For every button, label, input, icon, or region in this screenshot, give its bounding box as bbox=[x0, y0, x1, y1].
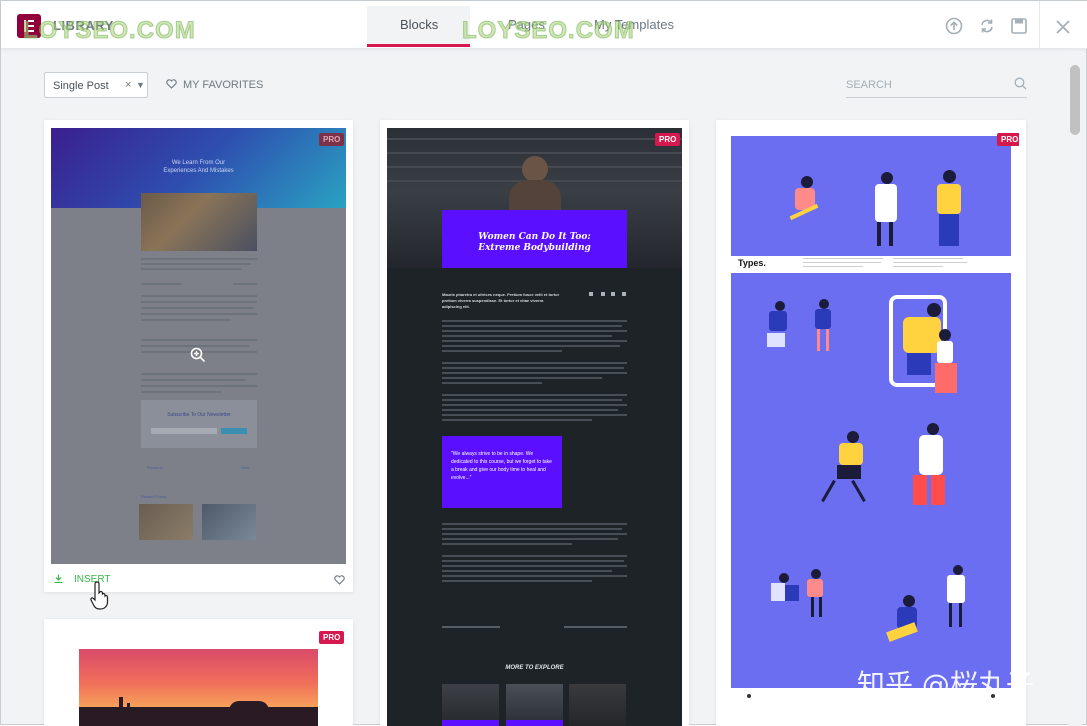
close-icon[interactable] bbox=[1054, 18, 1072, 36]
corner-watermark: 知乎 @桜丸子 bbox=[857, 668, 1034, 701]
template-card[interactable]: PRO bbox=[44, 619, 353, 726]
preview-hero-title: Experiences And Mistakes bbox=[163, 168, 234, 174]
template-card[interactable]: Types. PRO bbox=[716, 120, 1026, 726]
library-header: LIBRARY Blocks Pages My Templates LOYSEO… bbox=[1, 1, 1087, 49]
preview-section-title: MORE TO EXPLORE bbox=[505, 665, 564, 671]
search-placeholder: SEARCH bbox=[846, 79, 892, 91]
watermark-text: LOYSEO.COM bbox=[23, 17, 196, 45]
header-divider bbox=[1039, 1, 1040, 49]
preview-illustration-panel bbox=[731, 273, 1011, 688]
sync-icon[interactable] bbox=[978, 17, 996, 35]
preview-photo bbox=[141, 193, 257, 251]
filter-clear-icon[interactable]: × bbox=[125, 79, 131, 91]
preview-quote-box: "We always strive to be in shape. We ded… bbox=[442, 436, 562, 508]
pro-badge: PRO bbox=[319, 133, 345, 146]
preview-brand: Types. bbox=[738, 258, 766, 268]
pro-badge: PRO bbox=[997, 133, 1019, 146]
preview-lead-text: Mauris pharetra et ultrices neque. Preti… bbox=[442, 292, 560, 309]
preview-hero-title: We Learn From Our bbox=[171, 160, 226, 166]
preview-related-photo bbox=[139, 504, 193, 540]
hand-cursor-icon bbox=[90, 581, 109, 610]
preview-illustration-panel bbox=[731, 136, 1011, 256]
category-filter-select[interactable]: Single Post × ▼ bbox=[44, 72, 148, 98]
scrollbar-track[interactable] bbox=[1068, 51, 1082, 726]
preview-explore-photo bbox=[569, 684, 626, 726]
save-icon[interactable] bbox=[1010, 17, 1028, 35]
watermark-text: LOYSEO.COM bbox=[462, 17, 635, 45]
scrollbar-thumb[interactable] bbox=[1070, 65, 1080, 135]
favorites-label: MY FAVORITES bbox=[183, 79, 264, 91]
template-card[interactable]: Women Can Do It Too: Extreme Bodybuildin… bbox=[380, 120, 689, 726]
preview-title-box: Women Can Do It Too: Extreme Bodybuildin… bbox=[442, 210, 627, 268]
template-preview[interactable]: We Learn From Our Experiences And Mistak… bbox=[51, 128, 346, 564]
download-icon bbox=[54, 574, 63, 583]
my-favorites-toggle[interactable]: MY FAVORITES bbox=[166, 79, 263, 91]
pro-badge: PRO bbox=[319, 631, 345, 644]
preview-explore-photo bbox=[506, 684, 563, 726]
upload-icon[interactable] bbox=[945, 17, 963, 35]
preview-social-icons bbox=[589, 292, 629, 298]
preview-dot bbox=[747, 694, 751, 698]
template-preview[interactable]: Women Can Do It Too: Extreme Bodybuildin… bbox=[387, 128, 682, 726]
search-input[interactable]: SEARCH bbox=[846, 71, 1027, 98]
preview-explore-photo bbox=[442, 684, 499, 726]
preview-related-title: Related Posts bbox=[141, 494, 166, 499]
filter-selected-value: Single Post bbox=[53, 80, 109, 92]
heart-icon bbox=[166, 79, 177, 89]
preview-prev-link: Previous bbox=[147, 465, 163, 470]
template-card[interactable]: We Learn From Our Experiences And Mistak… bbox=[44, 120, 353, 610]
preview-related-photo bbox=[202, 504, 256, 540]
pro-badge: PRO bbox=[655, 133, 681, 146]
chevron-down-icon[interactable]: ▼ bbox=[136, 80, 145, 90]
tab-blocks[interactable]: Blocks bbox=[400, 17, 438, 32]
active-tab-indicator bbox=[367, 44, 470, 47]
template-preview[interactable]: Types. PRO bbox=[723, 128, 1019, 726]
heart-icon[interactable] bbox=[334, 575, 345, 585]
search-icon[interactable] bbox=[1014, 77, 1027, 90]
zoom-in-icon[interactable] bbox=[190, 347, 206, 363]
preview-newsletter: Subscribe To Our Newsletter bbox=[141, 400, 257, 448]
template-preview[interactable] bbox=[79, 649, 318, 726]
preview-next-link: Next bbox=[241, 465, 250, 470]
library-modal: LIBRARY Blocks Pages My Templates LOYSEO… bbox=[0, 0, 1087, 726]
